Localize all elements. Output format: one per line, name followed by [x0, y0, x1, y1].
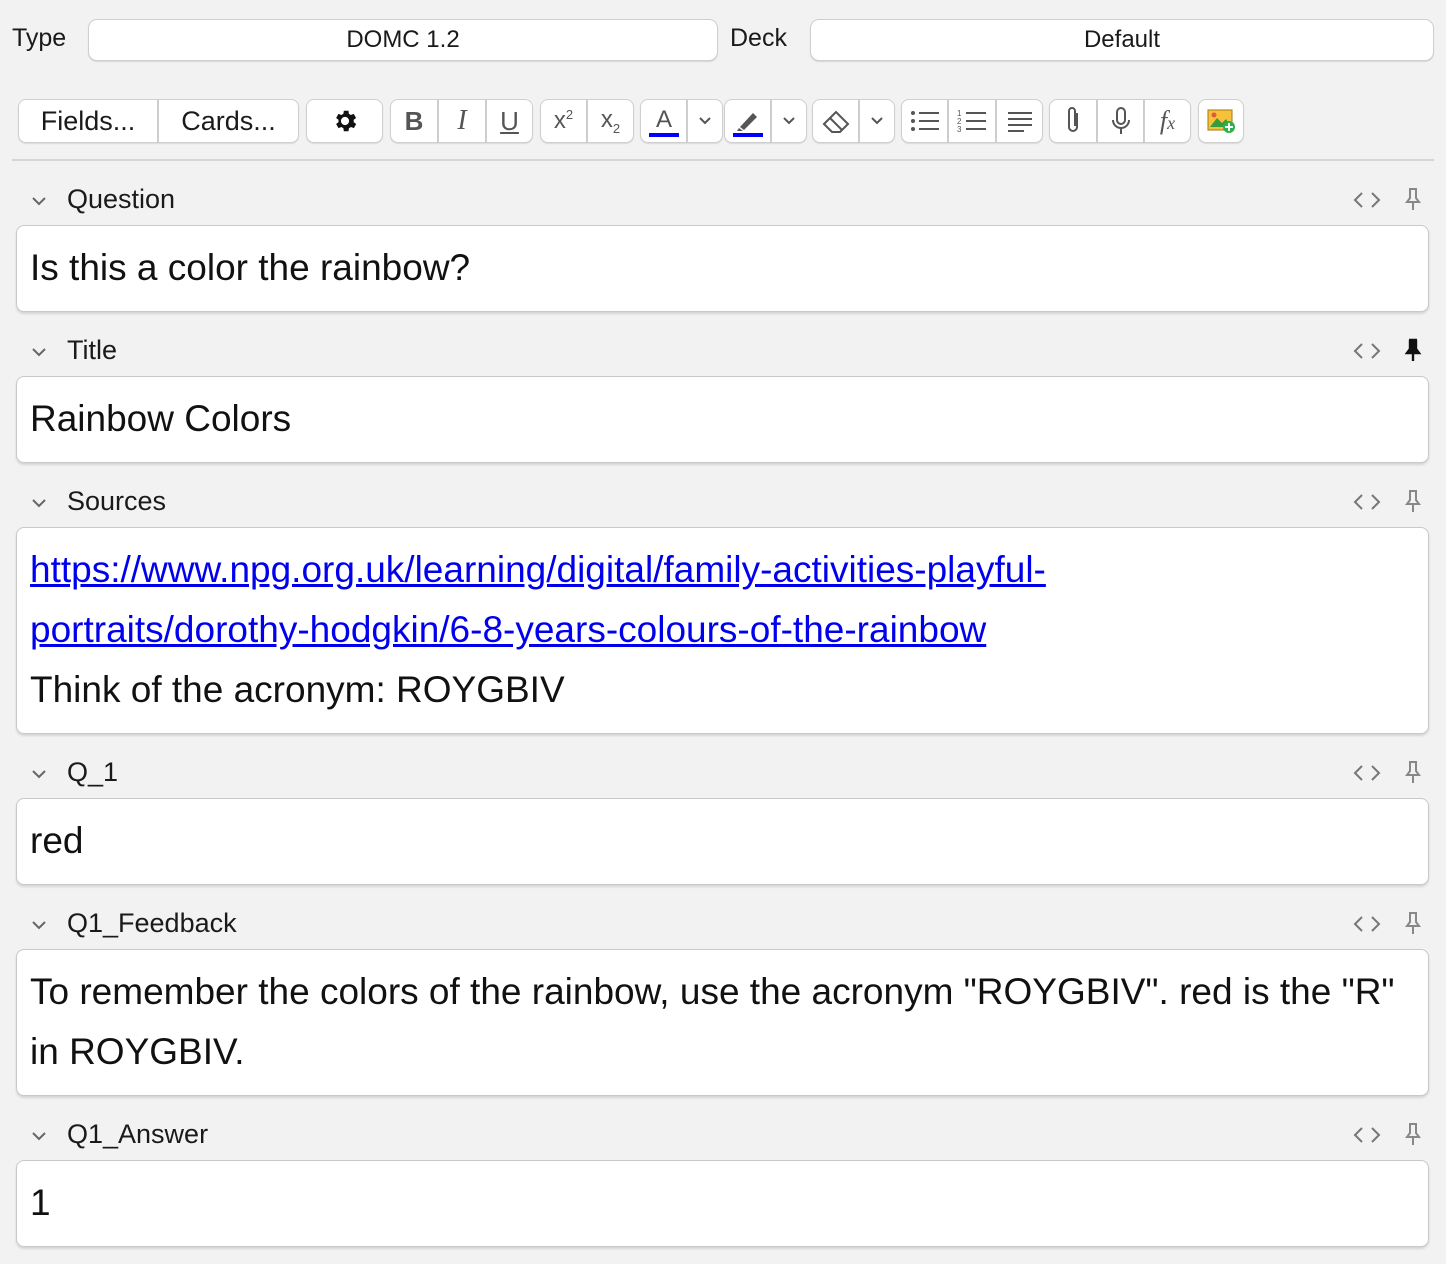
field-name: Title [67, 335, 118, 365]
fields-button-label: Fields... [40, 105, 136, 136]
subscript-icon: x2 [600, 106, 621, 136]
field-header-q1: Q_1 [0, 753, 1446, 793]
chevron-down-icon[interactable] [30, 916, 48, 934]
numbered-list-button[interactable]: 1 2 3 [948, 99, 996, 143]
math-button[interactable]: fx [1144, 99, 1191, 143]
highlight-color-button[interactable] [724, 99, 771, 143]
field-content: Is this a color the rainbow? [30, 247, 471, 288]
source-link-line-2: portraits/dorothy-hodgkin/6-8-years-colo… [30, 609, 987, 650]
type-label: Type [12, 24, 67, 52]
chevron-down-icon[interactable] [30, 192, 48, 210]
html-editor-icon[interactable] [1352, 188, 1382, 212]
align-icon [1007, 112, 1032, 132]
pin-icon[interactable] [1402, 910, 1424, 936]
field-editor-q1[interactable]: red [16, 798, 1429, 885]
superscript-button[interactable]: x2 [540, 99, 587, 143]
highlight-color-dropdown[interactable] [771, 99, 807, 143]
options-button[interactable] [306, 99, 383, 143]
bold-button[interactable]: B [390, 99, 438, 143]
gear-icon [335, 110, 356, 132]
subscript-button[interactable]: x2 [587, 99, 634, 143]
underline-button[interactable]: U [486, 99, 533, 143]
field-editor-title[interactable]: Rainbow Colors [16, 376, 1429, 463]
cards-button-label: Cards... [181, 105, 276, 136]
field-header-q1-answer: Q1_Answer [0, 1115, 1446, 1155]
field-name: Q1_Feedback [67, 908, 237, 938]
cards-button[interactable]: Cards... [158, 99, 299, 143]
chevron-down-icon [783, 117, 795, 125]
deck-button[interactable]: Default [810, 19, 1434, 61]
field-content: red [30, 820, 84, 861]
editor-toolbar: Fields... Cards... B I U x2 x2 A 1 2 3 f… [0, 96, 1446, 150]
svg-text:3: 3 [957, 125, 962, 134]
italic-button[interactable]: I [438, 99, 486, 143]
field-name: Q_1 [67, 757, 119, 787]
note-type-deck-bar: Type DOMC 1.2 Deck Default [0, 0, 1446, 80]
eraser-icon [822, 110, 849, 133]
attach-button[interactable] [1049, 99, 1097, 143]
chevron-down-icon[interactable] [30, 765, 48, 783]
bullet-list-button[interactable] [901, 99, 948, 143]
svg-text:A: A [655, 106, 671, 133]
field-name: Sources [67, 486, 167, 516]
underline-icon: U [500, 105, 519, 136]
pin-icon[interactable] [1402, 186, 1424, 212]
highlighter-icon [732, 113, 763, 137]
justify-button[interactable] [996, 99, 1043, 143]
source-link-line-1: https://www.npg.org.uk/learning/digital/… [30, 549, 1046, 590]
field-name: Question [67, 184, 176, 214]
chevron-down-icon [871, 117, 883, 125]
field-header-question: Question [0, 180, 1446, 220]
field-editor-q1-feedback[interactable]: To remember the colors of the rainbow, u… [16, 949, 1429, 1096]
pin-icon[interactable] [1402, 759, 1424, 785]
field-name: Q1_Answer [67, 1119, 209, 1149]
field-content: Rainbow Colors [30, 398, 292, 439]
html-editor-icon[interactable] [1352, 339, 1382, 363]
superscript-icon: x2 [553, 107, 574, 134]
field-header-q1-feedback: Q1_Feedback [0, 904, 1446, 944]
chevron-down-icon [699, 117, 711, 125]
record-audio-button[interactable] [1097, 99, 1144, 143]
pin-icon[interactable] [1402, 337, 1424, 363]
source-link[interactable]: https://www.npg.org.uk/learning/digital/… [30, 549, 1046, 650]
deck-label: Deck [730, 24, 787, 52]
field-header-title: Title [0, 331, 1446, 371]
clear-format-button[interactable] [812, 99, 859, 143]
text-color-icon: A [648, 106, 679, 137]
pin-icon[interactable] [1402, 488, 1424, 514]
field-editor-q1-answer[interactable]: 1 [16, 1160, 1429, 1247]
field-content: To remember the colors of the rainbow, u… [30, 971, 1395, 1072]
chevron-down-icon[interactable] [30, 343, 48, 361]
field-editor-question[interactable]: Is this a color the rainbow? [16, 225, 1429, 312]
function-icon: fx [1159, 106, 1176, 135]
pin-icon[interactable] [1402, 1121, 1424, 1147]
toolbar-separator [12, 159, 1434, 161]
html-editor-icon[interactable] [1352, 912, 1382, 936]
numbered-list-icon: 1 2 3 [957, 109, 986, 134]
field-header-sources: Sources [0, 482, 1446, 522]
field-editor-sources[interactable]: https://www.npg.org.uk/learning/digital/… [16, 527, 1429, 734]
html-editor-icon[interactable] [1352, 1123, 1382, 1147]
image-add-icon [1207, 109, 1235, 133]
image-occlusion-button[interactable] [1198, 99, 1244, 143]
clear-format-dropdown[interactable] [859, 99, 895, 143]
text-color-dropdown[interactable] [687, 99, 723, 143]
chevron-down-icon[interactable] [30, 494, 48, 512]
html-editor-icon[interactable] [1352, 490, 1382, 514]
paperclip-icon [1068, 107, 1078, 132]
note-type-button[interactable]: DOMC 1.2 [88, 19, 718, 61]
italic-icon: I [457, 105, 467, 136]
microphone-icon [1111, 107, 1130, 134]
html-editor-icon[interactable] [1352, 761, 1382, 785]
chevron-down-icon[interactable] [30, 1127, 48, 1145]
bold-icon: B [404, 105, 424, 136]
field-content: 1 [30, 1182, 51, 1223]
text-color-button[interactable]: A [640, 99, 687, 143]
fields-button[interactable]: Fields... [18, 99, 158, 143]
field-content: Think of the acronym: ROYGBIV [30, 669, 565, 710]
bullet-list-icon [910, 111, 939, 131]
